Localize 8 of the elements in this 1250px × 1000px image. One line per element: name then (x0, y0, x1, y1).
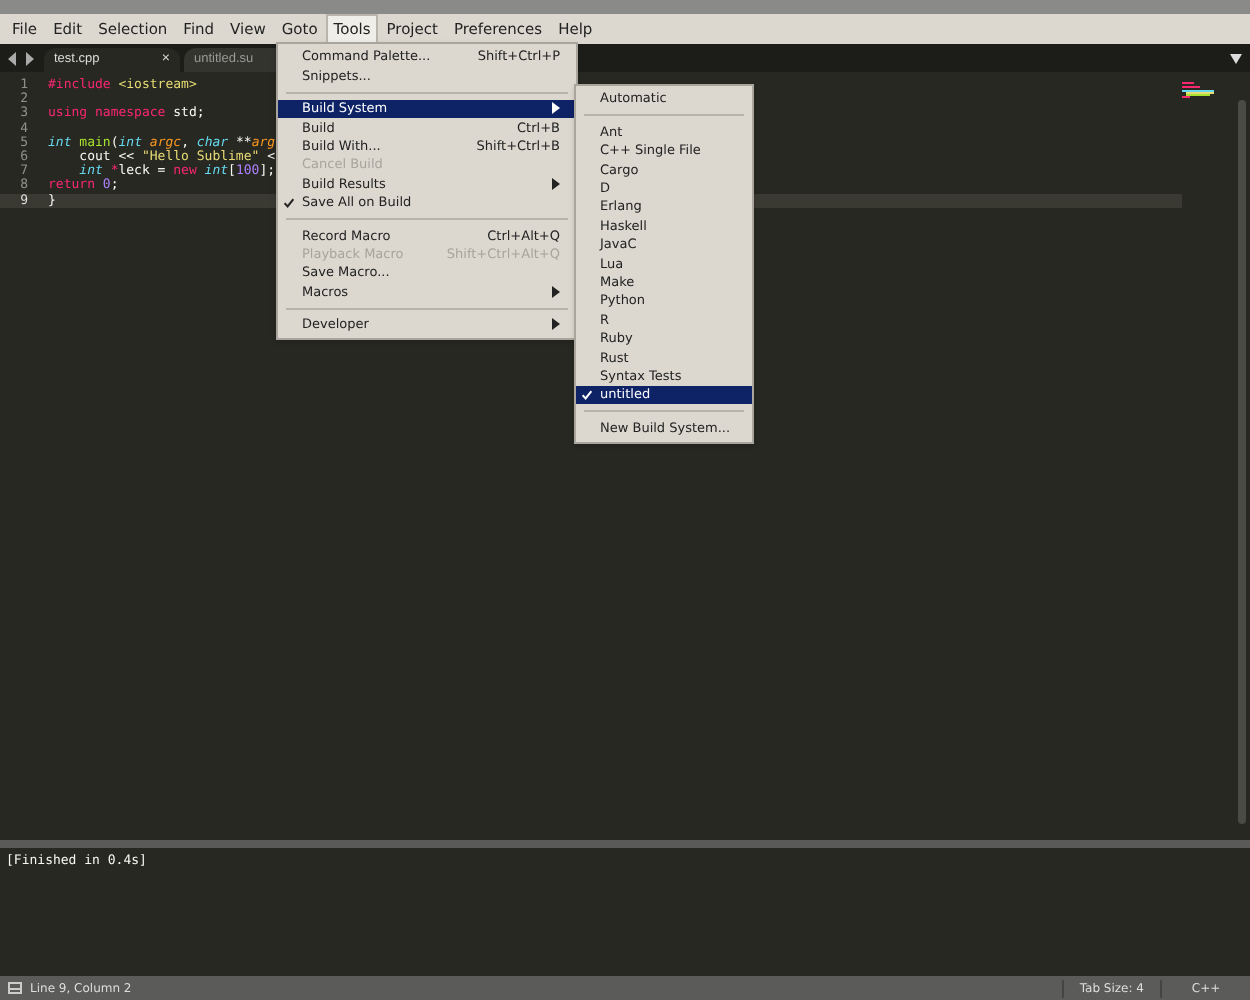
dropdown-icon[interactable] (1230, 54, 1242, 64)
submenu-arrow-icon (552, 318, 560, 331)
submenu-arrow-icon (552, 102, 560, 115)
tab-scroll-arrows-icon[interactable] (8, 52, 36, 66)
panel-icon[interactable] (8, 982, 22, 994)
scrollbar[interactable] (1238, 100, 1246, 824)
submenu-arrow-icon (552, 285, 560, 298)
submenu-arrow-icon (552, 178, 560, 191)
